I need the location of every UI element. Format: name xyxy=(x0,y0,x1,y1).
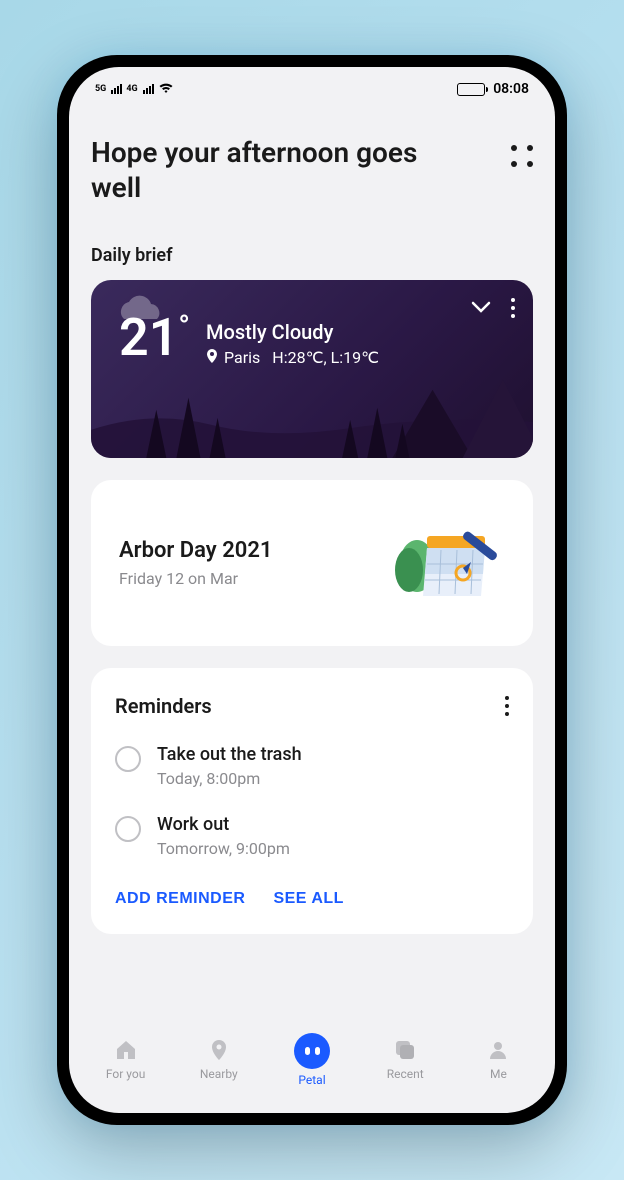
page-header: Hope your afternoon goes well xyxy=(91,111,533,205)
weather-city: Paris xyxy=(224,348,260,367)
add-reminder-button[interactable]: ADD REMINDER xyxy=(115,884,245,914)
event-title: Arbor Day 2021 xyxy=(119,538,272,563)
screen: 5G 4G 08:08 Hope your afternoon g xyxy=(69,67,555,1113)
daily-brief-label: Daily brief xyxy=(91,245,533,266)
grid-dots-icon xyxy=(511,145,533,167)
nav-label: Nearby xyxy=(200,1067,238,1081)
weather-location-row: Paris H:28℃, L:19℃ xyxy=(206,348,379,367)
content-scroll[interactable]: Hope your afternoon goes well Daily brie… xyxy=(69,111,555,1031)
nav-recent[interactable]: Recent xyxy=(359,1037,452,1099)
nav-label: For you xyxy=(106,1067,145,1081)
reminders-title: Reminders xyxy=(115,694,212,718)
reminder-time: Tomorrow, 9:00pm xyxy=(157,839,290,858)
status-right: 08:08 xyxy=(457,81,529,97)
clock: 08:08 xyxy=(493,81,529,97)
signal-4g-icon xyxy=(143,84,154,94)
weather-main: 21° Mostly Cloudy Paris H:28℃, L:19℃ xyxy=(91,280,533,367)
reminder-item[interactable]: Take out the trash Today, 8:00pm xyxy=(115,744,509,788)
signal-4g-label: 4G xyxy=(126,84,137,94)
temperature: 21° xyxy=(119,312,190,364)
weather-hilow: H:28℃, L:19℃ xyxy=(272,348,379,367)
calendar-illustration xyxy=(385,518,505,608)
nav-label: Me xyxy=(490,1067,507,1081)
reminder-checkbox[interactable] xyxy=(115,816,141,842)
signal-5g-icon xyxy=(111,84,122,94)
home-icon xyxy=(113,1037,139,1063)
nav-me[interactable]: Me xyxy=(452,1037,545,1099)
reminder-checkbox[interactable] xyxy=(115,746,141,772)
signal-5g-label: 5G xyxy=(95,84,106,94)
nav-petal[interactable]: Petal xyxy=(265,1037,358,1099)
event-subtitle: Friday 12 on Mar xyxy=(119,569,272,588)
reminders-card: Reminders Take out the trash Today, 8:00… xyxy=(91,668,533,934)
nav-nearby[interactable]: Nearby xyxy=(172,1037,265,1099)
status-bar: 5G 4G 08:08 xyxy=(69,67,555,111)
event-card[interactable]: Arbor Day 2021 Friday 12 on Mar xyxy=(91,480,533,646)
phone-frame: 5G 4G 08:08 Hope your afternoon g xyxy=(57,55,567,1125)
battery-icon xyxy=(457,83,485,96)
greeting-text: Hope your afternoon goes well xyxy=(91,135,431,205)
person-icon xyxy=(485,1037,511,1063)
weather-card[interactable]: 21° Mostly Cloudy Paris H:28℃, L:19℃ xyxy=(91,280,533,458)
reminder-text: Work out xyxy=(157,814,290,835)
wifi-icon xyxy=(158,82,174,97)
reminder-item[interactable]: Work out Tomorrow, 9:00pm xyxy=(115,814,509,858)
recent-icon xyxy=(392,1037,418,1063)
reminder-text: Take out the trash xyxy=(157,744,302,765)
nav-label: Petal xyxy=(298,1073,325,1087)
status-left: 5G 4G xyxy=(95,82,174,97)
bottom-nav: For you Nearby Petal Recent xyxy=(69,1031,555,1113)
reminders-more-button[interactable] xyxy=(505,696,509,716)
nav-for-you[interactable]: For you xyxy=(79,1037,172,1099)
see-all-button[interactable]: SEE ALL xyxy=(273,884,343,914)
header-menu-button[interactable] xyxy=(511,135,533,167)
location-pin-icon xyxy=(206,348,218,367)
reminder-time: Today, 8:00pm xyxy=(157,769,302,788)
petal-icon xyxy=(294,1033,330,1069)
weather-condition: Mostly Cloudy xyxy=(206,320,379,344)
location-pin-icon xyxy=(206,1037,232,1063)
nav-label: Recent xyxy=(387,1067,424,1081)
